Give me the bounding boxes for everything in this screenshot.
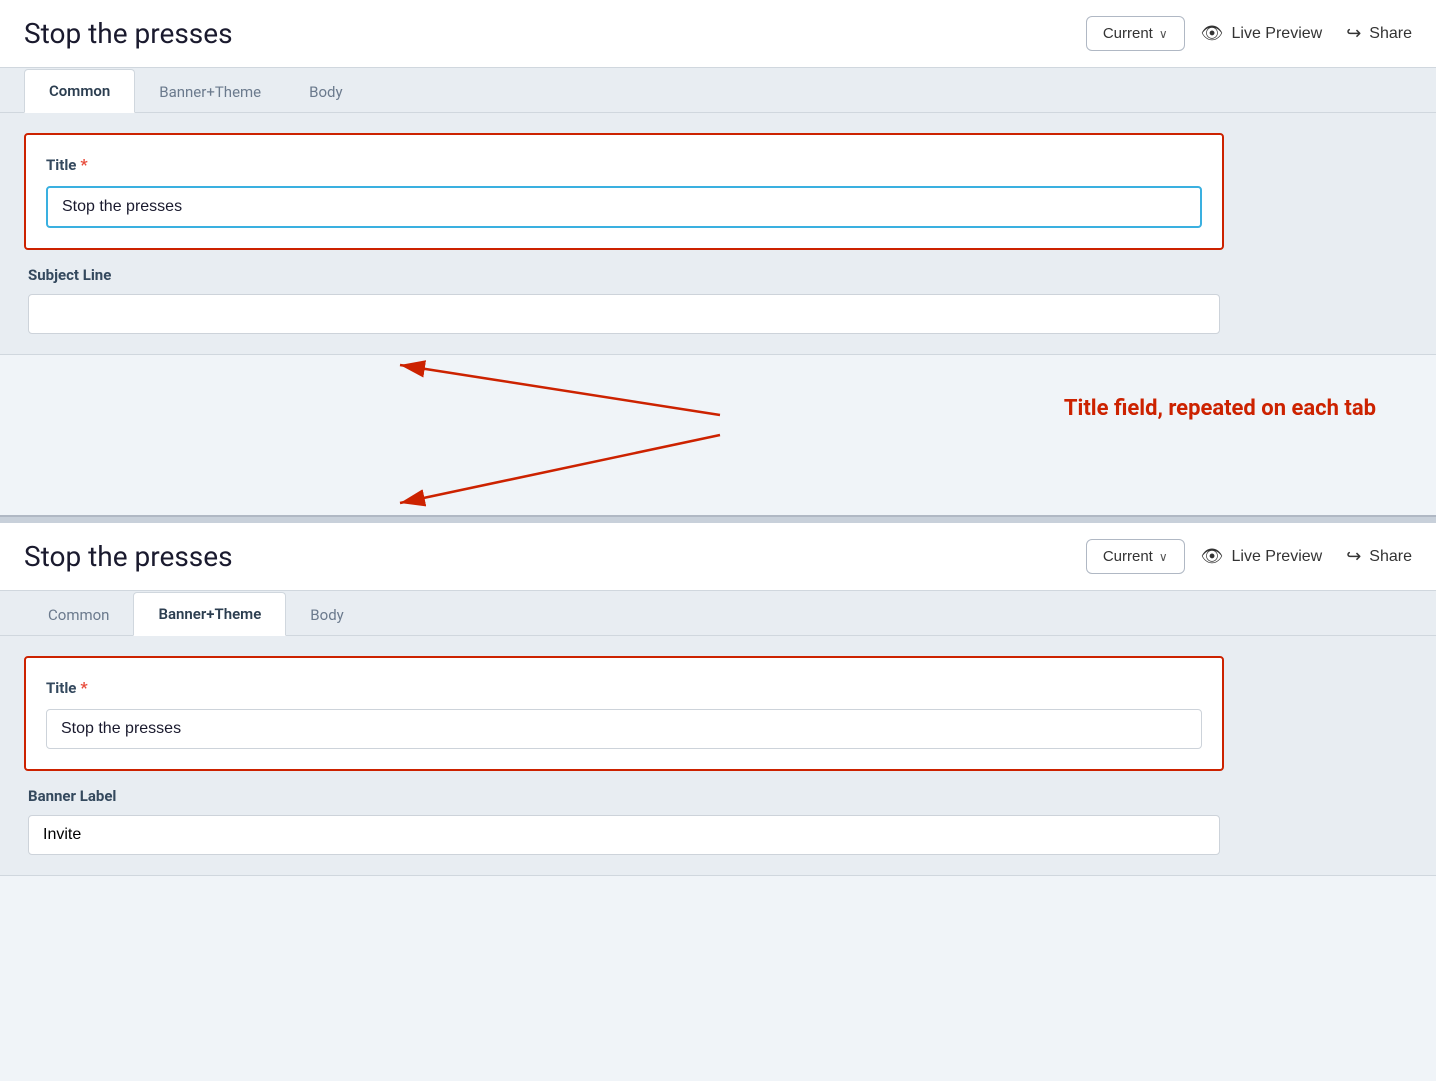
panel-divider [0,515,1436,523]
header-actions-1: 👁 Live Preview ↪ Share [1201,23,1412,44]
tab-body-2[interactable]: Body [286,594,367,636]
header-1: Stop the presses Current ∨ 👁 Live Previe… [0,0,1436,68]
content-area-2: Title * Banner Label [0,636,1436,875]
title-card-1: Title * [24,133,1224,250]
title-field-label-1: Title * [46,155,1202,174]
chevron-down-icon-1: ∨ [1159,27,1168,41]
title-input-1[interactable] [46,186,1202,228]
required-star-2: * [80,678,87,697]
tab-banner-theme-1[interactable]: Banner+Theme [135,71,285,113]
eye-icon-2: 👁 [1201,546,1224,567]
tab-body-1[interactable]: Body [285,71,366,113]
tabs-bar-1: Common Banner+Theme Body [0,68,1436,113]
current-dropdown-1[interactable]: Current ∨ [1086,16,1185,51]
panel-2: Stop the presses Current ∨ 👁 Live Previe… [0,523,1436,876]
page-title-2: Stop the presses [24,540,1070,573]
live-preview-button-1[interactable]: 👁 Live Preview [1201,23,1323,44]
subject-section-1: Subject Line [24,266,1224,334]
subject-line-label-1: Subject Line [28,266,1220,284]
form-section-1: Title * Subject Line [24,133,1224,334]
current-dropdown-2[interactable]: Current ∨ [1086,539,1185,574]
subject-line-input-1[interactable] [28,294,1220,334]
required-star-1: * [80,155,87,174]
banner-label-field-label: Banner Label [28,787,1220,805]
page-title-1: Stop the presses [24,17,1070,50]
share-button-1[interactable]: ↪ Share [1346,23,1412,44]
title-field-label-2: Title * [46,678,1202,697]
share-button-2[interactable]: ↪ Share [1346,546,1412,567]
title-input-2[interactable] [46,709,1202,749]
share-icon-1: ↪ [1346,23,1361,44]
header-2: Stop the presses Current ∨ 👁 Live Previe… [0,523,1436,591]
annotation-area: Title field, repeated on each tab [0,355,1436,515]
live-preview-button-2[interactable]: 👁 Live Preview [1201,546,1323,567]
banner-label-section: Banner Label [24,787,1224,855]
tabs-bar-2: Common Banner+Theme Body [0,591,1436,636]
eye-icon-1: 👁 [1201,23,1224,44]
tab-common-2[interactable]: Common [24,594,133,636]
chevron-down-icon-2: ∨ [1159,550,1168,564]
title-card-2: Title * [24,656,1224,771]
annotation-text: Title field, repeated on each tab [1064,395,1376,424]
tab-common-1[interactable]: Common [24,69,135,113]
tab-banner-theme-2[interactable]: Banner+Theme [133,592,286,636]
form-section-2: Title * Banner Label [24,656,1224,855]
content-area-1: Title * Subject Line [0,113,1436,354]
annotation-arrows-svg [0,355,1436,515]
banner-label-input[interactable] [28,815,1220,855]
panel-1: Stop the presses Current ∨ 👁 Live Previe… [0,0,1436,355]
share-icon-2: ↪ [1346,546,1361,567]
header-actions-2: 👁 Live Preview ↪ Share [1201,546,1412,567]
